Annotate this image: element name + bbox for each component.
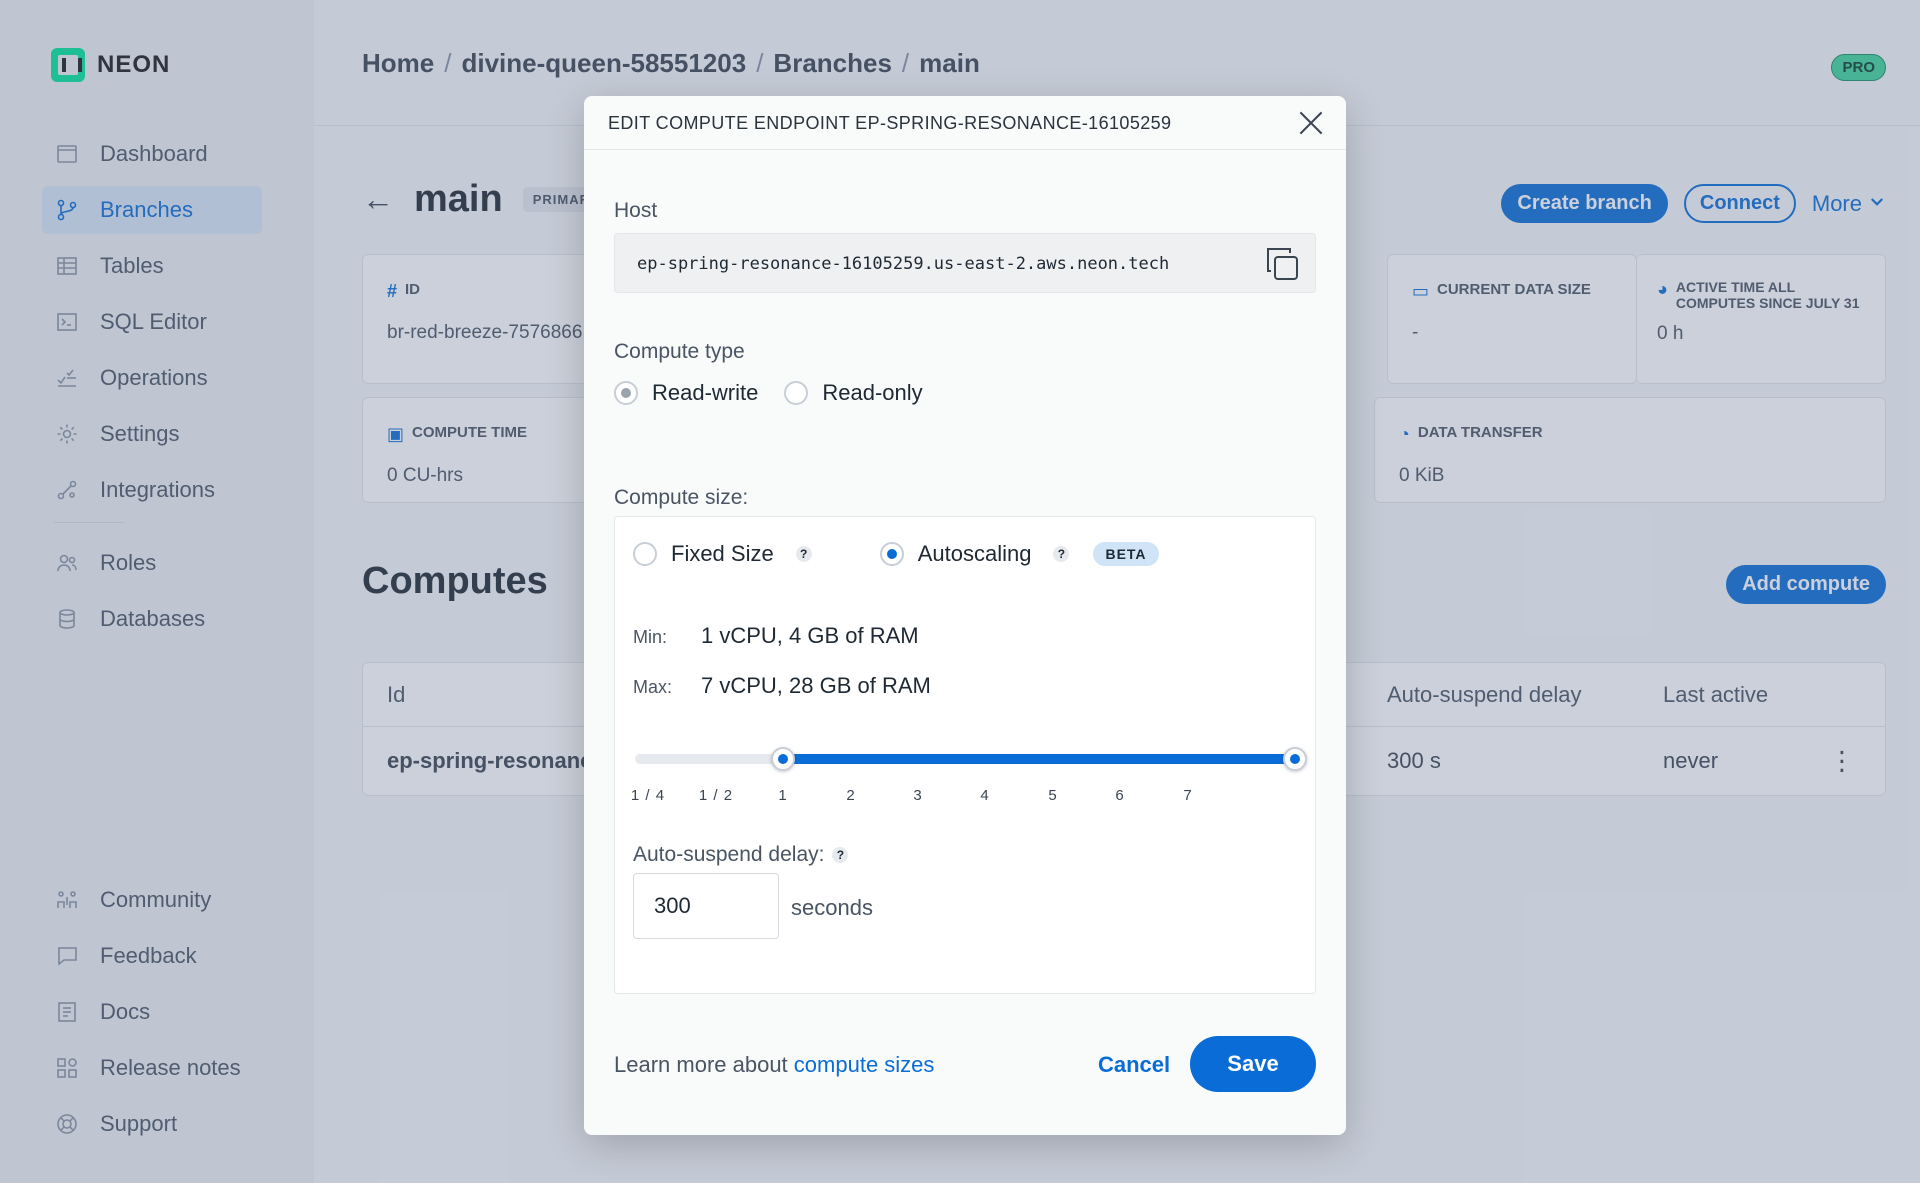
- radio-read-only-label: Read-only: [822, 380, 923, 405]
- compute-sizes-link[interactable]: compute sizes: [794, 1052, 935, 1077]
- cancel-button[interactable]: Cancel: [1098, 1052, 1170, 1078]
- help-icon[interactable]: ?: [832, 847, 849, 863]
- modal-header: EDIT COMPUTE ENDPOINT EP-SPRING-RESONANC…: [584, 96, 1346, 150]
- copy-icon[interactable]: [1263, 245, 1301, 283]
- host-value: ep-spring-resonance-16105259.us-east-2.a…: [637, 254, 1170, 274]
- radio-fixed-size[interactable]: Fixed Size ?: [633, 541, 812, 567]
- auto-suspend-input[interactable]: 300: [633, 873, 779, 939]
- seconds-label: seconds: [791, 895, 873, 920]
- slider-tick-label: 7: [1183, 787, 1193, 804]
- close-icon[interactable]: [1296, 108, 1326, 138]
- slider-fill: [783, 754, 1295, 764]
- auto-suspend-label-row: Auto-suspend delay: ?: [633, 843, 849, 867]
- host-label: Host: [614, 199, 658, 222]
- edit-compute-modal: EDIT COMPUTE ENDPOINT EP-SPRING-RESONANC…: [584, 96, 1346, 1135]
- modal-title: EDIT COMPUTE ENDPOINT EP-SPRING-RESONANC…: [608, 113, 1172, 133]
- max-label: Max:: [633, 677, 673, 697]
- save-button[interactable]: Save: [1190, 1036, 1316, 1092]
- radio-autoscaling[interactable]: Autoscaling ? BETA: [879, 541, 1159, 567]
- radio-read-write-dot[interactable]: [614, 381, 638, 405]
- beta-badge: BETA: [1093, 542, 1159, 566]
- radio-autoscaling-label: Autoscaling: [917, 541, 1032, 566]
- slider-tick-label: 3: [913, 787, 923, 804]
- radio-read-only-dot[interactable]: [784, 381, 809, 405]
- radio-fixed-size-label: Fixed Size: [671, 541, 774, 566]
- radio-fixed-size-dot[interactable]: [633, 542, 657, 566]
- modal-footer: Learn more about compute sizes Cancel Sa…: [614, 1036, 1316, 1092]
- radio-autoscaling-dot[interactable]: [879, 542, 904, 566]
- slider-max-handle[interactable]: [1283, 747, 1307, 771]
- max-size-row: Max: 7 vCPU, 28 GB of RAM: [633, 673, 931, 699]
- compute-type-label: Compute type: [614, 340, 745, 363]
- size-mode-group: Fixed Size ? Autoscaling ? BETA: [633, 541, 1159, 567]
- slider-min-handle[interactable]: [771, 747, 795, 771]
- auto-suspend-label: Auto-suspend delay:: [633, 843, 825, 866]
- min-label: Min:: [633, 627, 668, 647]
- slider-tick-label: 1 / 2: [698, 787, 734, 804]
- compute-type-group: Read-write Read-only: [614, 380, 923, 406]
- compute-size-panel: Fixed Size ? Autoscaling ? BETA Min: 1 v…: [614, 516, 1316, 994]
- compute-size-slider[interactable]: 1 / 4 1 / 2 1 2 3 4 5 6 7: [631, 743, 1307, 804]
- radio-read-only[interactable]: Read-only: [784, 380, 923, 406]
- slider-tick-label: 1 / 4: [630, 787, 666, 804]
- help-icon[interactable]: ?: [1053, 546, 1070, 562]
- radio-read-write[interactable]: Read-write: [614, 380, 758, 406]
- radio-read-write-label: Read-write: [652, 380, 759, 405]
- min-value: 1 vCPU, 4 GB of RAM: [701, 623, 919, 648]
- slider-tick-label: 5: [1048, 787, 1058, 804]
- slider-tick-label: 2: [846, 787, 856, 804]
- max-value: 7 vCPU, 28 GB of RAM: [701, 673, 931, 698]
- min-size-row: Min: 1 vCPU, 4 GB of RAM: [633, 623, 919, 649]
- learn-more-text: Learn more about compute sizes: [614, 1052, 934, 1078]
- compute-size-label: Compute size:: [614, 486, 749, 509]
- slider-tick-label: 1: [778, 787, 788, 804]
- help-icon[interactable]: ?: [795, 546, 812, 562]
- host-field[interactable]: ep-spring-resonance-16105259.us-east-2.a…: [614, 233, 1316, 293]
- learn-more-prefix: Learn more about: [614, 1052, 788, 1077]
- slider-tick-label: 6: [1115, 787, 1125, 804]
- slider-tick-label: 4: [980, 787, 990, 804]
